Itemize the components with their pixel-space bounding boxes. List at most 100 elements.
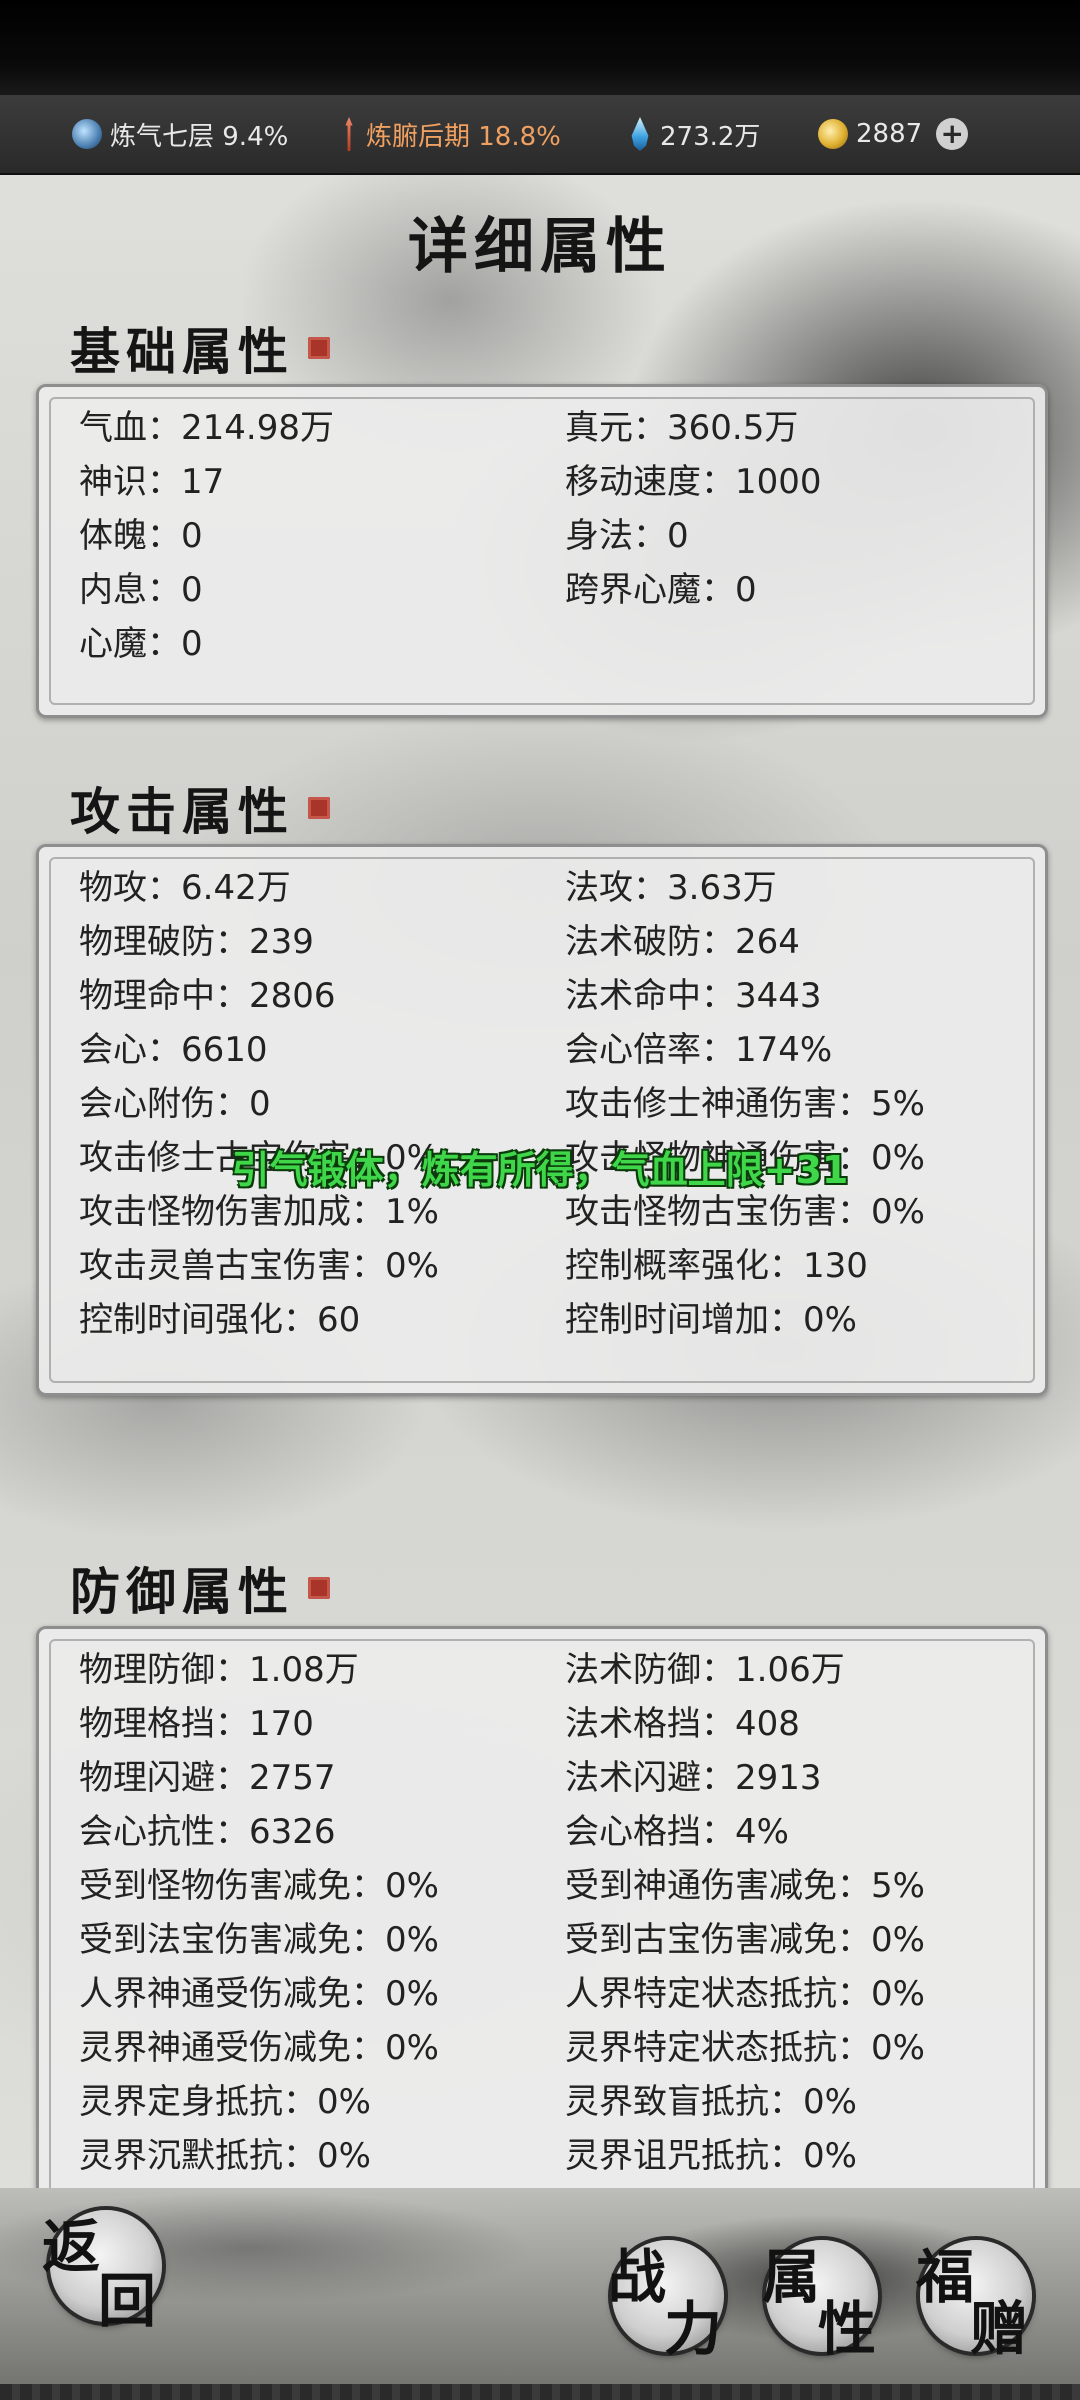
gift-label-bottom: 赠: [970, 2295, 1029, 2363]
attribute-right: 控制时间增加：0%: [565, 1300, 857, 1340]
resource-bar: 炼气七层 9.4% 炼腑后期 18.8% 273.2万 2887 +: [0, 95, 1080, 175]
combat-label-top: 战: [608, 2243, 667, 2311]
attribute-right: 会心倍率：174%: [565, 1030, 833, 1070]
back-label-bottom: 回: [98, 2267, 157, 2335]
attribute-right: 法攻：3.63万: [565, 868, 777, 908]
attribute-left: 物理破防：239: [79, 922, 314, 962]
attribute-right: 身法：0: [565, 516, 689, 556]
attribute-right: 攻击修士神通伤害：5%: [565, 1084, 925, 1124]
attribute-left: 灵界神通受伤减免：0%: [79, 2028, 439, 2068]
red-seal-icon: [308, 797, 330, 819]
attribute-row: 灵界定身抵抗：0% 灵界致盲抵抗：0%: [39, 2075, 1045, 2129]
attribute-row: 物理命中：2806 法术命中：3443: [39, 969, 1045, 1023]
attribute-right: 法术防御：1.06万: [565, 1650, 845, 1690]
qi-orb-icon: [72, 119, 102, 149]
attack-attributes-panel: 物攻：6.42万 法攻：3.63万物理破防：239 法术破防：264 物理命中：280…: [36, 844, 1048, 1396]
attribute-left: 受到怪物伤害减免：0%: [79, 1866, 439, 1906]
attribute-row: 神识：17 移动速度：1000: [39, 455, 1045, 509]
attribute-left: 心魔：0: [79, 624, 203, 664]
attribute-row: 会心抗性：6326 会心格挡：4%: [39, 1805, 1045, 1859]
attribute-right: 法术破防：264: [565, 922, 800, 962]
attribute-left: 神识：17: [79, 462, 225, 502]
attribute-row: 体魄：0 身法：0: [39, 509, 1045, 563]
defense-attributes-header: 防御属性: [70, 1552, 330, 1624]
page-title: 详细属性: [408, 212, 672, 282]
attribute-right: 受到神通伤害减免：5%: [565, 1866, 925, 1906]
attribute-right: 灵界诅咒抵抗：0%: [565, 2136, 857, 2176]
coin-counter: 2887 +: [818, 95, 969, 173]
body-realm-level[interactable]: 炼腑后期 18.8%: [340, 95, 561, 173]
water-drop-icon: [631, 117, 649, 151]
status-bar-area: [0, 0, 1080, 95]
attribute-right: 移动速度：1000: [565, 462, 822, 502]
basic-attributes-panel: 气血：214.98万 真元：360.5万神识：17 移动速度：1000 体魄：0 身法：…: [36, 384, 1048, 718]
attribute-right: 法术格挡：408: [565, 1704, 800, 1744]
attribute-row: 会心：6610 会心倍率：174%: [39, 1023, 1045, 1077]
attributes-label-bottom: 性: [818, 2295, 877, 2363]
combat-label-bottom: 力: [664, 2295, 723, 2363]
red-seal-icon: [308, 337, 330, 359]
attribute-left: 体魄：0: [79, 516, 203, 556]
attributes-label-top: 属: [762, 2243, 821, 2311]
attribute-row: 攻击灵兽古宝伤害：0% 控制概率强化：130: [39, 1239, 1045, 1293]
spirit-stone-counter[interactable]: 273.2万: [628, 95, 760, 173]
basic-attributes-title: 基础属性: [70, 322, 294, 381]
attribute-row: 受到怪物伤害减免：0% 受到神通伤害减免：5%: [39, 1859, 1045, 1913]
attribute-left: 攻击灵兽古宝伤害：0%: [79, 1246, 439, 1286]
add-coins-plus-icon[interactable]: +: [936, 118, 969, 150]
sword-icon: [345, 117, 353, 151]
attribute-row: 心魔：0: [39, 617, 1045, 671]
attribute-right: 灵界致盲抵抗：0%: [565, 2082, 857, 2122]
coin-text: 2887: [856, 119, 923, 149]
defense-attributes-panel: 物理防御：1.08万 法术防御：1.06万物理格挡：170 法术格挡：408 物理闪避…: [36, 1626, 1048, 2232]
attribute-left: 灵界沉默抵抗：0%: [79, 2136, 371, 2176]
attribute-right: 跨界心魔：0: [565, 570, 757, 610]
attribute-right: 人界特定状态抵抗：0%: [565, 1974, 925, 2014]
gift-label-top: 福: [916, 2243, 975, 2311]
attribute-left: 会心抗性：6326: [79, 1812, 336, 1852]
attribute-left: 气血：214.98万: [79, 408, 334, 448]
attribute-left: 灵界定身抵抗：0%: [79, 2082, 371, 2122]
attack-attributes-title: 攻击属性: [70, 782, 294, 841]
attribute-left: 物理命中：2806: [79, 976, 336, 1016]
attribute-row: 受到法宝伤害减免：0% 受到古宝伤害减免：0%: [39, 1913, 1045, 1967]
attribute-right: 灵界特定状态抵抗：0%: [565, 2028, 925, 2068]
cultivation-toast-message: 引气锻体，炼有所得，气血上限+31: [231, 1148, 849, 1192]
attribute-left: 人界神通受伤减免：0%: [79, 1974, 439, 2014]
attribute-row: 物理格挡：170 法术格挡：408: [39, 1697, 1045, 1751]
attribute-row: 物攻：6.42万 法攻：3.63万: [39, 861, 1045, 915]
body-realm-text: 炼腑后期 18.8%: [366, 121, 561, 152]
defense-attributes-title: 防御属性: [70, 1562, 294, 1621]
coin-icon: [818, 119, 848, 149]
attribute-left: 会心：6610: [79, 1030, 268, 1070]
attribute-row: 内息：0 跨界心魔：0: [39, 563, 1045, 617]
attribute-right: 会心格挡：4%: [565, 1812, 789, 1852]
attribute-left: 物攻：6.42万: [79, 868, 291, 908]
attribute-left: 物理防御：1.08万: [79, 1650, 359, 1690]
cultivation-text: 炼气七层 9.4%: [110, 121, 289, 152]
attribute-row: 人界神通受伤减免：0% 人界特定状态抵抗：0%: [39, 1967, 1045, 2021]
attribute-row: 物理防御：1.08万 法术防御：1.06万: [39, 1643, 1045, 1697]
attribute-left: 物理格挡：170: [79, 1704, 314, 1744]
attribute-row: 灵界神通受伤减免：0% 灵界特定状态抵抗：0%: [39, 2021, 1045, 2075]
attribute-left: 受到法宝伤害减免：0%: [79, 1920, 439, 1960]
bottom-edge-decoration: [0, 2384, 1080, 2400]
attribute-row: 气血：214.98万 真元：360.5万: [39, 401, 1045, 455]
red-seal-icon: [308, 1577, 330, 1599]
attribute-row: 物理破防：239 法术破防：264: [39, 915, 1045, 969]
attribute-row: 控制时间强化：60 控制时间增加：0%: [39, 1293, 1045, 1347]
attribute-left: 会心附伤：0: [79, 1084, 271, 1124]
attribute-left: 物理闪避：2757: [79, 1758, 336, 1798]
attribute-left: 内息：0: [79, 570, 203, 610]
attribute-left: 控制时间强化：60: [79, 1300, 361, 1340]
spirit-stone-text: 273.2万: [660, 121, 761, 152]
attribute-row: 灵界沉默抵抗：0% 灵界诅咒抵抗：0%: [39, 2129, 1045, 2183]
attribute-right: 法术闪避：2913: [565, 1758, 822, 1798]
attack-attributes-header: 攻击属性: [70, 772, 330, 844]
attribute-row: 会心附伤：0 攻击修士神通伤害：5%: [39, 1077, 1045, 1131]
back-label-top: 返: [42, 2213, 101, 2281]
attribute-right: 受到古宝伤害减免：0%: [565, 1920, 925, 1960]
cultivation-level[interactable]: 炼气七层 9.4%: [72, 95, 288, 173]
attribute-right: 法术命中：3443: [565, 976, 822, 1016]
attribute-row: 物理闪避：2757 法术闪避：2913: [39, 1751, 1045, 1805]
